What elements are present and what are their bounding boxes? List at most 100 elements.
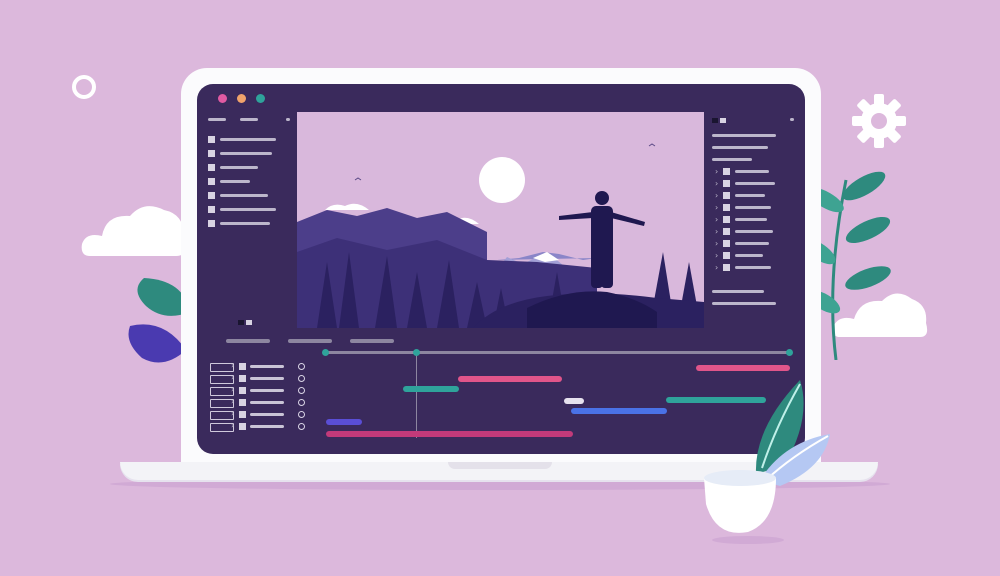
color-swatch-icon[interactable] bbox=[246, 320, 252, 325]
property-value[interactable] bbox=[735, 242, 769, 245]
property-checkbox[interactable] bbox=[723, 264, 730, 271]
left-panel-header bbox=[208, 118, 226, 121]
chevron-right-icon[interactable]: › bbox=[715, 180, 718, 188]
track-label[interactable] bbox=[250, 377, 284, 380]
track-label[interactable] bbox=[250, 365, 284, 368]
timeline-ruler[interactable] bbox=[326, 351, 790, 354]
property-checkbox[interactable] bbox=[723, 252, 730, 259]
property-checkbox[interactable] bbox=[723, 192, 730, 199]
track-checkbox[interactable] bbox=[239, 387, 246, 394]
clip-bar[interactable] bbox=[326, 419, 362, 425]
gear-icon bbox=[852, 94, 906, 148]
color-swatch-icon[interactable] bbox=[712, 118, 718, 123]
clip-bar[interactable] bbox=[571, 408, 667, 414]
maximize-dot[interactable] bbox=[256, 94, 265, 103]
chevron-right-icon[interactable]: › bbox=[715, 240, 718, 248]
property-checkbox[interactable] bbox=[723, 204, 730, 211]
chevron-right-icon[interactable]: › bbox=[715, 216, 718, 224]
left-panel-header bbox=[240, 118, 258, 121]
chevron-right-icon[interactable]: › bbox=[231, 362, 234, 370]
clip-bar[interactable] bbox=[326, 431, 573, 437]
property-checkbox[interactable] bbox=[723, 180, 730, 187]
property-label bbox=[712, 290, 764, 293]
layer-label[interactable] bbox=[220, 152, 272, 155]
ring-icon bbox=[72, 75, 96, 99]
property-label bbox=[712, 158, 752, 161]
property-checkbox[interactable] bbox=[723, 228, 730, 235]
chevron-right-icon[interactable]: › bbox=[715, 228, 718, 236]
chevron-right-icon[interactable]: › bbox=[231, 386, 234, 394]
tab-bar-item[interactable] bbox=[226, 339, 270, 343]
layer-label[interactable] bbox=[220, 166, 258, 169]
track-checkbox[interactable] bbox=[239, 363, 246, 370]
clip-bar[interactable] bbox=[458, 376, 562, 382]
playhead[interactable] bbox=[416, 352, 417, 438]
property-label bbox=[712, 302, 776, 305]
chevron-right-icon[interactable]: › bbox=[715, 252, 718, 260]
color-swatch-icon[interactable] bbox=[238, 320, 244, 325]
track-record-icon[interactable] bbox=[298, 363, 305, 370]
property-value[interactable] bbox=[735, 170, 769, 173]
color-swatch-icon[interactable] bbox=[720, 118, 726, 123]
cloud-icon bbox=[81, 206, 186, 256]
track-checkbox[interactable] bbox=[239, 423, 246, 430]
property-value[interactable] bbox=[735, 230, 773, 233]
layer-checkbox[interactable] bbox=[208, 192, 215, 199]
panel-menu-icon[interactable] bbox=[790, 118, 794, 121]
plant-pot-icon bbox=[704, 380, 830, 544]
playhead-handle[interactable] bbox=[413, 349, 420, 356]
property-checkbox[interactable] bbox=[723, 168, 730, 175]
layer-checkbox[interactable] bbox=[208, 206, 215, 213]
layer-checkbox[interactable] bbox=[208, 164, 215, 171]
laptop-notch bbox=[448, 462, 552, 469]
clip-bar[interactable] bbox=[564, 398, 584, 404]
chevron-right-icon[interactable]: › bbox=[231, 410, 234, 418]
track-label[interactable] bbox=[250, 401, 284, 404]
chevron-right-icon[interactable]: › bbox=[715, 168, 718, 176]
tab-bar-item[interactable] bbox=[350, 339, 394, 343]
track-checkbox[interactable] bbox=[239, 411, 246, 418]
track-checkbox[interactable] bbox=[239, 375, 246, 382]
panel-menu-icon[interactable] bbox=[286, 118, 290, 121]
layer-label[interactable] bbox=[220, 208, 276, 211]
property-checkbox[interactable] bbox=[723, 240, 730, 247]
chevron-right-icon[interactable]: › bbox=[231, 374, 234, 382]
layer-label[interactable] bbox=[220, 194, 268, 197]
layer-checkbox[interactable] bbox=[208, 136, 215, 143]
track-record-icon[interactable] bbox=[298, 423, 305, 430]
track-record-icon[interactable] bbox=[298, 375, 305, 382]
timeline-end-marker[interactable] bbox=[786, 349, 793, 356]
layer-label[interactable] bbox=[220, 138, 276, 141]
clip-bar[interactable] bbox=[403, 386, 459, 392]
timeline-start-marker[interactable] bbox=[322, 349, 329, 356]
property-value[interactable] bbox=[735, 206, 771, 209]
layer-checkbox[interactable] bbox=[208, 178, 215, 185]
track-record-icon[interactable] bbox=[298, 411, 305, 418]
minimize-dot[interactable] bbox=[237, 94, 246, 103]
chevron-right-icon[interactable]: › bbox=[715, 204, 718, 212]
track-label[interactable] bbox=[250, 425, 284, 428]
chevron-right-icon[interactable]: › bbox=[715, 264, 718, 272]
chevron-right-icon[interactable]: › bbox=[231, 398, 234, 406]
layer-label[interactable] bbox=[220, 180, 250, 183]
property-label bbox=[712, 146, 768, 149]
close-dot[interactable] bbox=[218, 94, 227, 103]
property-value[interactable] bbox=[735, 266, 771, 269]
layer-checkbox[interactable] bbox=[208, 220, 215, 227]
property-value[interactable] bbox=[735, 218, 767, 221]
tab-bar-item[interactable] bbox=[288, 339, 332, 343]
layer-label[interactable] bbox=[220, 222, 270, 225]
track-record-icon[interactable] bbox=[298, 399, 305, 406]
video-preview[interactable] bbox=[297, 112, 704, 328]
track-label[interactable] bbox=[250, 413, 284, 416]
track-checkbox[interactable] bbox=[239, 399, 246, 406]
chevron-right-icon[interactable]: › bbox=[715, 192, 718, 200]
track-record-icon[interactable] bbox=[298, 387, 305, 394]
chevron-right-icon[interactable]: › bbox=[231, 422, 234, 430]
property-value[interactable] bbox=[735, 254, 763, 257]
property-value[interactable] bbox=[735, 182, 775, 185]
layer-checkbox[interactable] bbox=[208, 150, 215, 157]
track-label[interactable] bbox=[250, 389, 284, 392]
property-value[interactable] bbox=[735, 194, 765, 197]
property-checkbox[interactable] bbox=[723, 216, 730, 223]
